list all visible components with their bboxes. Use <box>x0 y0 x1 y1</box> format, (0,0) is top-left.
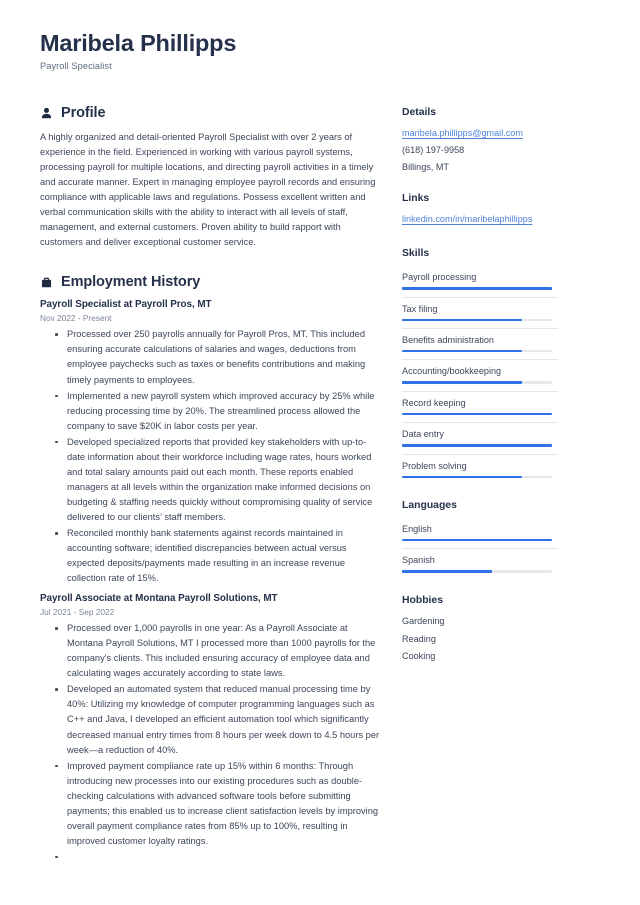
job-bullet: Reconciled monthly bank statements again… <box>54 526 380 586</box>
skill-meter-fill <box>402 444 552 447</box>
language-label: English <box>402 524 432 534</box>
skills-list: Payroll processing Tax filing Benefits a… <box>402 266 558 478</box>
job-bullet: Implemented a new payroll system which i… <box>54 389 380 434</box>
skill-label: Accounting/bookkeeping <box>402 366 502 377</box>
candidate-name: Maribela Phillipps <box>40 30 237 56</box>
skill-meter <box>402 287 552 290</box>
hobby-item: Reading <box>402 633 436 644</box>
skill-meter-fill <box>402 350 522 353</box>
hobbies-heading: Hobbies <box>402 594 443 606</box>
skill-meter <box>402 444 552 447</box>
hobby-item: Cooking <box>402 651 436 662</box>
candidate-job-title: Payroll Specialist <box>40 61 112 72</box>
language-meter-fill <box>402 570 492 573</box>
employment-list: Payroll Specialist at Payroll Pros, MT N… <box>40 299 380 862</box>
skill-label: Data entry <box>402 429 444 440</box>
phone-text: (618) 197-9958 <box>402 144 465 155</box>
language-row: English <box>402 518 558 542</box>
resume-columns: Profile A highly organized and detail-or… <box>40 105 600 864</box>
job-bullet: Developed an automated system that reduc… <box>54 682 380 757</box>
resume-page: Maribela Phillipps Payroll Specialist Pr… <box>0 0 640 905</box>
job-title: Payroll Associate at Montana Payroll Sol… <box>40 593 278 605</box>
employment-section-header: Employment History <box>40 274 380 290</box>
skills-heading: Skills <box>402 248 430 260</box>
skill-row: Data entry <box>402 422 558 447</box>
profile-text: A highly organized and detail-oriented P… <box>40 132 376 248</box>
skill-meter <box>402 475 552 478</box>
skill-row: Payroll processing <box>402 266 558 290</box>
skill-meter <box>402 381 552 384</box>
language-label: Spanish <box>402 555 435 566</box>
email-link[interactable]: maribela.phillipps@gmail.com <box>402 125 558 142</box>
languages-list: English Spanish <box>402 518 558 573</box>
links-heading: Links <box>402 193 430 205</box>
skill-label: Record keeping <box>402 397 466 408</box>
skill-row: Tax filing <box>402 296 558 322</box>
employment-entry: Payroll Associate at Montana Payroll Sol… <box>40 593 380 862</box>
language-meter-fill <box>402 539 552 542</box>
skill-meter-fill <box>402 412 552 416</box>
hobby-item: Gardening <box>402 615 445 626</box>
job-bullet: Processed over 250 payrolls annually for… <box>54 327 380 387</box>
person-icon <box>40 107 53 120</box>
skill-meter-fill <box>402 318 522 322</box>
skill-label: Payroll processing <box>402 272 477 283</box>
profile-heading: Profile <box>61 105 106 122</box>
job-dates: Nov 2022 - Present <box>40 313 112 324</box>
skill-row: Accounting/bookkeeping <box>402 359 558 384</box>
skill-row: Record keeping <box>402 390 558 416</box>
skill-meter-fill <box>402 475 522 478</box>
skill-label: Benefits administration <box>402 335 494 346</box>
hobbies-list: Gardening Reading Cooking <box>402 613 558 666</box>
job-bullet: Improved payment compliance rate up 15% … <box>54 759 380 849</box>
job-bullets: Processed over 1,000 payrolls in one yea… <box>54 621 380 862</box>
job-bullets: Processed over 250 payrolls annually for… <box>54 327 380 586</box>
language-row: Spanish <box>402 548 558 573</box>
language-meter <box>402 539 552 542</box>
skill-label: Tax filing <box>402 303 438 314</box>
profile-section-header: Profile <box>40 105 380 121</box>
skill-meter-fill <box>402 381 522 384</box>
location-text: Billings, MT <box>402 161 449 172</box>
skill-meter <box>402 318 552 322</box>
languages-heading: Languages <box>402 500 457 511</box>
skill-row: Benefits administration <box>402 328 558 353</box>
main-column: Profile A highly organized and detail-or… <box>40 105 402 864</box>
skill-meter-fill <box>402 287 552 290</box>
sidebar-column: Details maribela.phillipps@gmail.com (61… <box>402 105 558 666</box>
details-heading: Details <box>402 107 437 119</box>
employment-heading: Employment History <box>61 274 201 291</box>
linkedin-link[interactable]: linkedin.com/in/maribelaphillipps <box>402 211 558 228</box>
skill-row: Problem solving <box>402 453 558 478</box>
job-bullet: Developed specialized reports that provi… <box>54 435 380 525</box>
job-dates: Jul 2021 - Sep 2022 <box>40 607 115 618</box>
skill-label: Problem solving <box>402 460 467 471</box>
resume-header: Maribela Phillipps Payroll Specialist <box>40 30 600 71</box>
job-bullet-empty <box>54 850 380 862</box>
skill-meter <box>402 412 552 416</box>
job-bullet: Processed over 1,000 payrolls in one yea… <box>54 621 380 681</box>
briefcase-icon <box>40 276 53 289</box>
job-title: Payroll Specialist at Payroll Pros, MT <box>40 299 212 311</box>
language-meter <box>402 570 552 573</box>
employment-entry: Payroll Specialist at Payroll Pros, MT N… <box>40 299 380 586</box>
skill-meter <box>402 350 552 353</box>
